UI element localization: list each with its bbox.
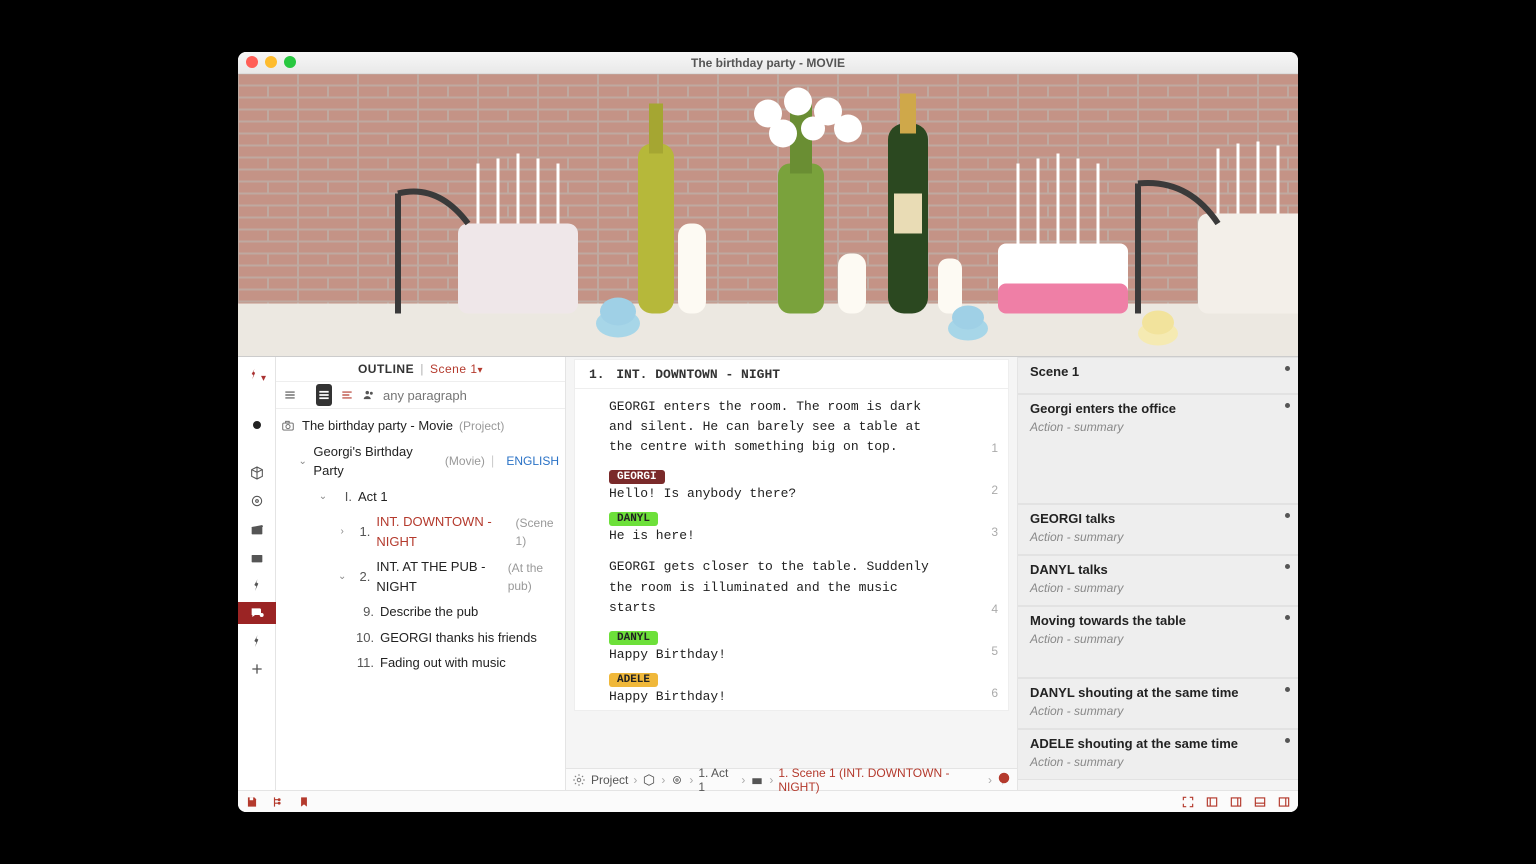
- outline-project-row[interactable]: The birthday party - Movie (Project): [276, 413, 565, 439]
- outline-people-icon[interactable]: [361, 384, 377, 406]
- camera-icon: [280, 419, 296, 433]
- outline-view-compact-icon[interactable]: [338, 384, 354, 406]
- breadcrumb: Project › › › 1. Act 1 › › 1. Scene 1 (I…: [566, 768, 1017, 790]
- line-number: 4: [991, 602, 998, 616]
- outline-scene2-row[interactable]: ⌄ 2. INT. AT THE PUB - NIGHT (At the pub…: [276, 554, 565, 599]
- hero-image: [238, 74, 1298, 357]
- note-card-scene[interactable]: Scene 1: [1018, 357, 1298, 394]
- action-block-2[interactable]: GEORGI gets closer to the table. Suddenl…: [575, 549, 1008, 625]
- titlebar: The birthday party - MOVIE: [238, 52, 1298, 74]
- outline-act-row[interactable]: ⌄ I. Act 1: [276, 484, 565, 510]
- outline-movie-row[interactable]: ⌄ Georgi's Birthday Party (Movie) | ENGL…: [276, 439, 565, 484]
- rail-add-icon[interactable]: [238, 658, 276, 680]
- line-number: 3: [991, 525, 998, 539]
- note-card-3[interactable]: DANYL talks Action - summary: [1018, 555, 1298, 606]
- chevron-down-icon[interactable]: ⌄: [298, 454, 307, 469]
- bc-cube-icon[interactable]: [642, 773, 656, 787]
- main-area: ▾ OUTLINE | Scene 1▾: [238, 357, 1298, 790]
- bc-warning-icon[interactable]: [997, 771, 1011, 788]
- line-number: 6: [991, 686, 998, 700]
- app-window: The birthday party - MOVIE: [238, 52, 1298, 812]
- dialogue-block-danyl-1[interactable]: DANYL He is here! 3: [575, 507, 1008, 549]
- character-tag-adele: ADELE: [609, 673, 658, 687]
- outline-scene-selector[interactable]: Scene 1▾: [430, 362, 483, 376]
- footer-panel-info-icon[interactable]: [1276, 794, 1292, 810]
- outline-beat-10[interactable]: 10. GEORGI thanks his friends: [276, 625, 565, 651]
- window-controls: [246, 56, 296, 68]
- dialogue-block-danyl-2[interactable]: DANYL Happy Birthday! 5: [575, 626, 1008, 668]
- outline-toolbar: [276, 381, 565, 409]
- outline-view-list-icon[interactable]: [316, 384, 332, 406]
- bc-act[interactable]: 1. Act 1: [698, 766, 736, 794]
- character-tag-danyl: DANYL: [609, 631, 658, 645]
- note-card-4[interactable]: Moving towards the table Action - summar…: [1018, 606, 1298, 678]
- outline-panel: OUTLINE | Scene 1▾ The birthday party - …: [276, 357, 566, 790]
- footer-bar: [238, 790, 1298, 812]
- rail-cube-icon[interactable]: [238, 462, 276, 484]
- rail-chat-person-icon[interactable]: [238, 602, 276, 624]
- rail-selection-dot[interactable]: [238, 414, 276, 436]
- rail-run2-icon[interactable]: [238, 630, 276, 652]
- footer-panel-left-icon[interactable]: [1204, 794, 1220, 810]
- dialogue-block-adele[interactable]: ADELE Happy Birthday! 6: [575, 668, 1008, 710]
- language-link[interactable]: ENGLISH: [506, 452, 559, 470]
- rail-run1-icon[interactable]: [238, 574, 276, 596]
- line-number: 2: [991, 483, 998, 497]
- outline-tree: The birthday party - Movie (Project) ⌄ G…: [276, 409, 565, 790]
- bc-project[interactable]: Project: [591, 773, 628, 787]
- rail-target-icon[interactable]: [238, 490, 276, 512]
- outline-menu-icon[interactable]: [282, 384, 298, 406]
- bc-scene[interactable]: 1. Scene 1 (INT. DOWNTOWN - NIGHT): [778, 766, 983, 794]
- outline-search-input[interactable]: [383, 388, 559, 403]
- footer-panel-right-icon[interactable]: [1228, 794, 1244, 810]
- maximize-icon[interactable]: [284, 56, 296, 68]
- character-tag-danyl: DANYL: [609, 512, 658, 526]
- chevron-down-icon[interactable]: ⌄: [338, 569, 346, 584]
- note-card-2[interactable]: GEORGI talks Action - summary: [1018, 504, 1298, 555]
- left-rail: ▾: [238, 357, 276, 790]
- script-panel: 1. INT. DOWNTOWN - NIGHT GEORGI enters t…: [566, 357, 1018, 790]
- bc-clapper-icon[interactable]: [750, 773, 764, 787]
- footer-tree-icon[interactable]: [270, 794, 286, 810]
- line-number: 5: [991, 644, 998, 658]
- character-tag-georgi: GEORGI: [609, 470, 665, 484]
- outline-scene1-row[interactable]: › 1. INT. DOWNTOWN - NIGHT (Scene 1): [276, 509, 565, 554]
- script-body[interactable]: 1. INT. DOWNTOWN - NIGHT GEORGI enters t…: [566, 357, 1017, 768]
- chevron-down-icon[interactable]: ⌄: [318, 489, 328, 504]
- footer-save-icon[interactable]: [244, 794, 260, 810]
- note-card-1[interactable]: Georgi enters the office Action - summar…: [1018, 394, 1298, 504]
- minimize-icon[interactable]: [265, 56, 277, 68]
- notes-panel: i Scene 1 Georgi enters the office Actio…: [1018, 357, 1298, 790]
- scene-heading[interactable]: 1. INT. DOWNTOWN - NIGHT: [575, 360, 1008, 389]
- line-number: 1: [991, 441, 998, 455]
- footer-panel-bottom-icon[interactable]: [1252, 794, 1268, 810]
- rail-clapper-icon[interactable]: [238, 518, 276, 540]
- outline-header: OUTLINE | Scene 1▾: [276, 357, 565, 381]
- footer-bookmark-icon[interactable]: [296, 794, 312, 810]
- chevron-right-icon[interactable]: ›: [338, 524, 346, 539]
- mode-run-icon[interactable]: ▾: [238, 363, 275, 388]
- close-icon[interactable]: [246, 56, 258, 68]
- outline-label: OUTLINE: [358, 362, 414, 376]
- bc-gear-icon[interactable]: [572, 773, 586, 787]
- note-card-6[interactable]: ADELE shouting at the same time Action -…: [1018, 729, 1298, 780]
- outline-beat-11[interactable]: 11. Fading out with music: [276, 650, 565, 676]
- window-title: The birthday party - MOVIE: [691, 56, 845, 70]
- outline-beat-9[interactable]: 9. Describe the pub: [276, 599, 565, 625]
- footer-fullscreen-icon[interactable]: [1180, 794, 1196, 810]
- dialogue-block-georgi[interactable]: GEORGI Hello! Is anybody there? 2: [575, 465, 1008, 507]
- script-page: 1. INT. DOWNTOWN - NIGHT GEORGI enters t…: [574, 359, 1009, 711]
- bc-target-icon[interactable]: [670, 773, 684, 787]
- action-block-1[interactable]: GEORGI enters the room. The room is dark…: [575, 389, 1008, 465]
- note-card-5[interactable]: DANYL shouting at the same time Action -…: [1018, 678, 1298, 729]
- rail-clapper2-icon[interactable]: [238, 546, 276, 568]
